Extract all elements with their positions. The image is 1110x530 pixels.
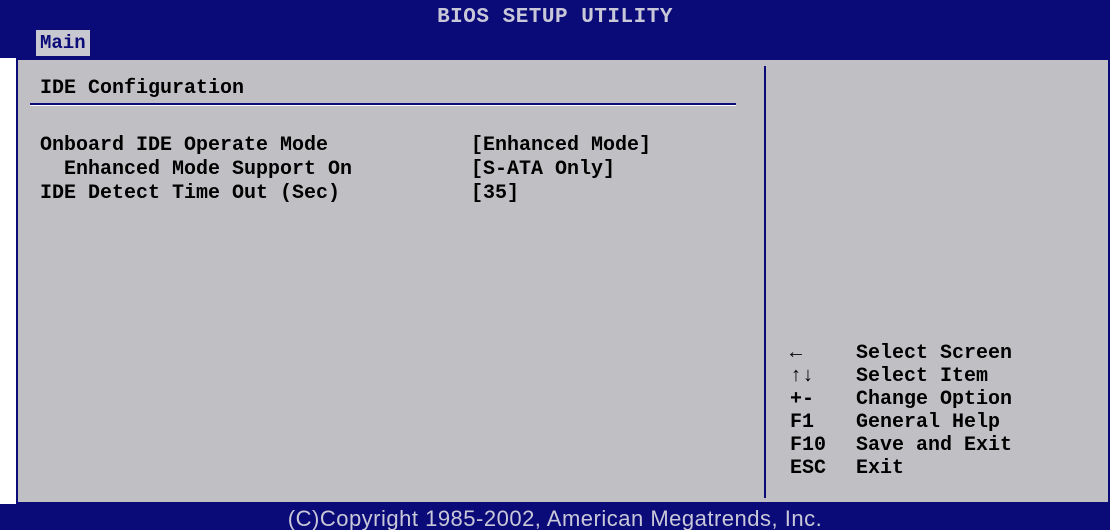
bottom-bar: (C)Copyright 1985-2002, American Megatre… <box>0 504 1110 530</box>
help-description: Exit <box>856 457 905 480</box>
section-divider <box>30 103 736 105</box>
help-row-select-item: ↑↓ Select Item <box>790 365 1100 388</box>
help-key: ESC <box>790 457 827 480</box>
setting-label: Enhanced Mode Support On <box>40 158 353 181</box>
setting-onboard-ide-operate-mode[interactable]: Onboard IDE Operate Mode [Enhanced Mode] <box>40 134 740 158</box>
help-description: Save and Exit <box>856 434 1013 457</box>
help-row-select-screen: ← Select Screen <box>790 342 1100 365</box>
key-help-list: ← Select Screen ↑↓ Select Item +- Change… <box>790 342 1100 480</box>
top-bar: BIOS SETUP UTILITY Main <box>0 0 1110 58</box>
settings-pane: IDE Configuration Onboard IDE Operate Mo… <box>18 60 764 502</box>
tab-main[interactable]: Main <box>36 30 90 56</box>
help-description: Select Screen <box>856 342 1013 365</box>
help-key: F10 <box>790 434 827 457</box>
setting-value[interactable]: [S-ATA Only] <box>471 158 615 182</box>
help-row-general-help: F1 General Help <box>790 411 1100 434</box>
setting-enhanced-mode-support-on[interactable]: Enhanced Mode Support On [S-ATA Only] <box>40 158 740 182</box>
pane-divider <box>764 66 766 498</box>
help-row-exit: ESC Exit <box>790 457 1100 480</box>
setting-value[interactable]: [35] <box>471 182 519 206</box>
main-panel: IDE Configuration Onboard IDE Operate Mo… <box>16 58 1110 504</box>
section-title: IDE Configuration <box>40 77 245 100</box>
app-title: BIOS SETUP UTILITY <box>437 6 673 29</box>
help-row-change-option: +- Change Option <box>790 388 1100 411</box>
help-key: F1 <box>790 411 815 434</box>
setting-label: IDE Detect Time Out (Sec) <box>40 182 341 205</box>
copyright-text: (C)Copyright 1985-2002, American Megatre… <box>287 506 823 530</box>
arrow-left-icon: ← <box>790 342 803 365</box>
help-description: Change Option <box>856 388 1013 411</box>
help-key: +- <box>790 388 815 411</box>
setting-label: Onboard IDE Operate Mode <box>40 134 329 157</box>
setting-ide-detect-time-out[interactable]: IDE Detect Time Out (Sec) [35] <box>40 182 740 206</box>
help-row-save-and-exit: F10 Save and Exit <box>790 434 1100 457</box>
help-description: General Help <box>856 411 1001 434</box>
setting-value[interactable]: [Enhanced Mode] <box>471 134 651 158</box>
help-description: Select Item <box>856 365 989 388</box>
arrow-up-down-icon: ↑↓ <box>790 365 815 388</box>
